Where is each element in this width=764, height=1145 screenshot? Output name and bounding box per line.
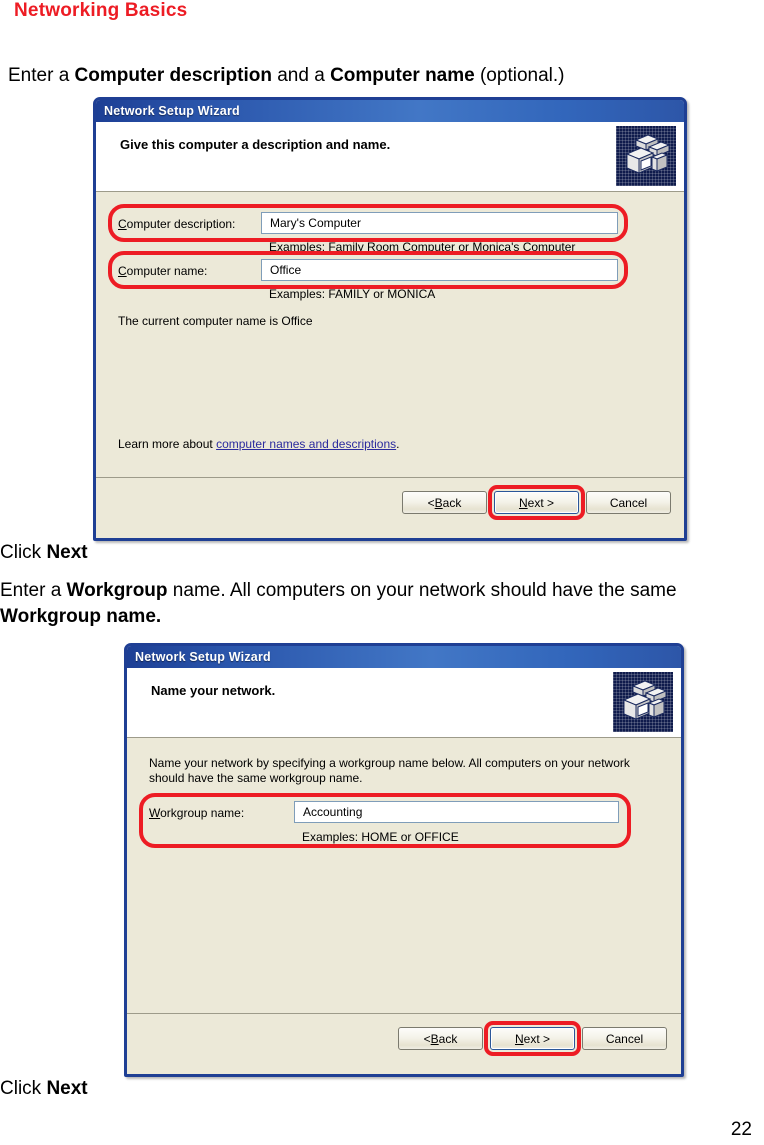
intro2-bold-workgroup: Workgroup	[66, 580, 168, 601]
dialog-header-title-2: Name your network.	[151, 683, 276, 698]
dialog-header-band-2: Name your network.	[127, 668, 681, 738]
workgroup-name-label-rest: orkgroup name:	[160, 806, 245, 820]
dialog-body-1: Computer description: Mary's Computer Ex…	[96, 192, 684, 477]
intro1-bold-computer-name: Computer name	[330, 65, 475, 86]
workgroup-name-label: Workgroup name:	[149, 806, 244, 820]
next-button-1-accel: N	[518, 495, 528, 510]
back-button-2[interactable]: < Back	[398, 1027, 483, 1050]
intro1-bold-computer-description: Computer description	[74, 65, 272, 86]
network-setup-wizard-dialog-1[interactable]: Network Setup Wizard Give this computer …	[93, 97, 687, 541]
computer-name-input[interactable]: Office	[261, 259, 618, 281]
learn-more-line: Learn more about computer names and desc…	[118, 437, 400, 451]
page-title: Networking Basics	[14, 0, 188, 21]
dialog-footer-2: < Back Next > Cancel	[127, 1014, 681, 1074]
learn-more-suffix: .	[396, 437, 400, 451]
workgroup-name-hint: Examples: HOME or OFFICE	[302, 830, 459, 844]
computer-name-label-rest: mputer name:	[133, 264, 208, 278]
intro1-text-a: Enter a	[8, 65, 75, 86]
name-your-network-description-line1: Name your network by specifying a workgr…	[149, 756, 630, 770]
back-button-2-rest: ack	[438, 1031, 458, 1046]
back-button-1-rest: ack	[442, 495, 462, 510]
click-next-2-text: Click	[0, 1078, 47, 1099]
network-computers-icon	[613, 672, 673, 732]
cancel-button-1[interactable]: Cancel	[586, 491, 671, 514]
dialog-body-2: Name your network by specifying a workgr…	[127, 738, 681, 1013]
intro1-text-b: and a	[271, 65, 331, 86]
intro1-text-c: (optional.)	[474, 65, 565, 86]
instruction-paragraph-1: Enter a Computer description and a Compu…	[8, 63, 764, 89]
learn-more-prefix: Learn more about	[118, 437, 217, 451]
computer-name-label: Computer name:	[118, 264, 207, 278]
click-next-2-bold: Next	[46, 1078, 88, 1099]
back-button-1[interactable]: < Back	[402, 491, 487, 514]
name-your-network-description-line2: should have the same workgroup name.	[149, 771, 363, 785]
workgroup-name-input[interactable]: Accounting	[294, 801, 619, 823]
intro2-text-b: name. All computers on your network shou…	[167, 580, 677, 601]
click-next-line-1: Click Next	[0, 540, 88, 566]
back-button-2-pre: <	[423, 1031, 431, 1046]
next-button-2[interactable]: Next >	[490, 1027, 575, 1050]
workgroup-name-label-accel: W	[149, 806, 161, 820]
workgroup-name-value: Accounting	[303, 805, 363, 819]
next-button-1[interactable]: Next >	[494, 491, 579, 514]
intro2-bold-workgroup-name: Workgroup name.	[0, 606, 162, 627]
computer-name-value: Office	[270, 263, 302, 277]
dialog-footer-1: < Back Next > Cancel	[96, 478, 684, 538]
dialog-title-1: Network Setup Wizard	[104, 104, 240, 118]
computer-description-value: Mary's Computer	[270, 216, 361, 230]
computer-names-and-descriptions-link[interactable]: computer names and descriptions	[216, 437, 396, 451]
instruction-paragraph-2: Enter a Workgroup name. All computers on…	[0, 578, 762, 630]
dialog-title-2: Network Setup Wizard	[135, 650, 271, 664]
computer-description-label-accel: C	[118, 217, 127, 231]
click-next-1-text: Click	[0, 542, 47, 563]
computer-description-label-rest: omputer description:	[126, 217, 236, 231]
computer-name-hint: Examples: FAMILY or MONICA	[269, 287, 436, 301]
network-setup-wizard-dialog-2[interactable]: Network Setup Wizard Name your network.	[124, 643, 684, 1077]
intro2-text-a: Enter a	[0, 580, 67, 601]
computer-description-hint: Examples: Family Room Computer or Monica…	[269, 240, 576, 254]
computer-name-label-accel: C	[118, 264, 127, 278]
next-button-1-rest: ext >	[527, 495, 555, 510]
page-number: 22	[730, 1119, 752, 1140]
back-button-1-pre: <	[427, 495, 435, 510]
dialog-titlebar-1: Network Setup Wizard	[96, 100, 684, 122]
click-next-1-bold: Next	[46, 542, 88, 563]
computer-description-label: Computer description:	[118, 217, 235, 231]
name-your-network-description: Name your network by specifying a workgr…	[149, 756, 649, 786]
computer-description-input[interactable]: Mary's Computer	[261, 212, 618, 234]
dialog-titlebar-2: Network Setup Wizard	[127, 646, 681, 668]
back-button-2-accel: B	[430, 1031, 439, 1046]
next-button-2-accel: N	[514, 1031, 524, 1046]
dialog-header-band-1: Give this computer a description and nam…	[96, 122, 684, 192]
click-next-line-2: Click Next	[0, 1076, 88, 1102]
cancel-button-2[interactable]: Cancel	[582, 1027, 667, 1050]
current-computer-name-text: The current computer name is Office	[118, 314, 313, 328]
next-button-2-rest: ext >	[523, 1031, 551, 1046]
network-computers-icon	[616, 126, 676, 186]
back-button-1-accel: B	[434, 495, 443, 510]
dialog-header-title-1: Give this computer a description and nam…	[120, 137, 391, 152]
